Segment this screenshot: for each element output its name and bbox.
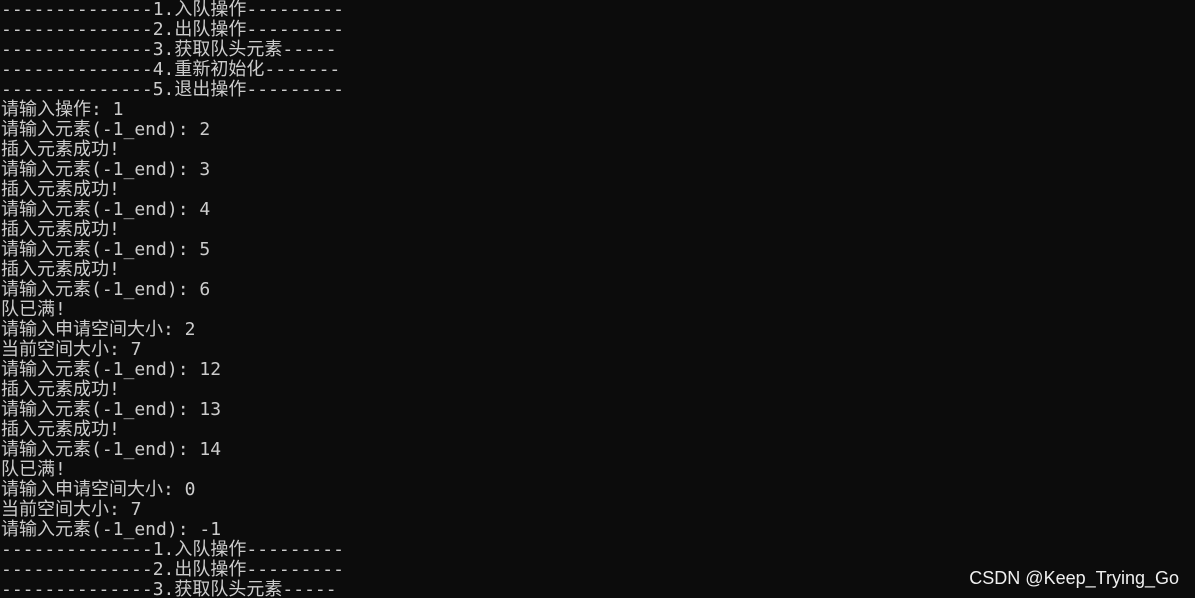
output-line: 插入元素成功! — [1, 379, 120, 400]
menu-line: --------------5.退出操作--------- — [1, 79, 344, 100]
menu-line: --------------4.重新初始化------- — [1, 59, 341, 80]
output-line: 当前空间大小: 7 — [1, 339, 142, 360]
menu-line: --------------3.获取队头元素----- — [1, 39, 337, 60]
console-output: --------------1.入队操作--------- ----------… — [1, 0, 1195, 598]
output-line: 请输入元素(-1_end): 4 — [1, 199, 211, 220]
output-line: 插入元素成功! — [1, 179, 120, 200]
output-line: 请输入元素(-1_end): 13 — [1, 399, 222, 420]
output-line: 当前空间大小: 7 — [1, 499, 142, 520]
output-line: 请输入元素(-1_end): 14 — [1, 439, 222, 460]
output-line: 队已满! — [1, 459, 66, 480]
csdn-watermark: CSDN @Keep_Trying_Go — [969, 568, 1179, 588]
console-window: --------------1.入队操作--------- ----------… — [0, 0, 1195, 598]
output-line: 请输入元素(-1_end): 12 — [1, 359, 222, 380]
output-line: 插入元素成功! — [1, 139, 120, 160]
output-line: 请输入元素(-1_end): 6 — [1, 279, 211, 300]
output-line: 请输入元素(-1_end): -1 — [1, 519, 222, 540]
output-line: 请输入元素(-1_end): 3 — [1, 159, 211, 180]
output-line: 插入元素成功! — [1, 219, 120, 240]
menu-line: --------------1.入队操作--------- — [1, 0, 344, 20]
output-line: 队已满! — [1, 299, 66, 320]
output-line: 请输入操作: 1 — [1, 99, 124, 120]
output-line: 插入元素成功! — [1, 419, 120, 440]
output-line: 请输入元素(-1_end): 5 — [1, 239, 211, 260]
output-line: 插入元素成功! — [1, 259, 120, 280]
menu-line: --------------1.入队操作--------- — [1, 539, 344, 560]
output-line: 请输入申请空间大小: 2 — [1, 319, 196, 340]
output-line: 请输入元素(-1_end): 2 — [1, 119, 211, 140]
output-line: 请输入申请空间大小: 0 — [1, 479, 196, 500]
menu-line: --------------2.出队操作--------- — [1, 19, 344, 40]
